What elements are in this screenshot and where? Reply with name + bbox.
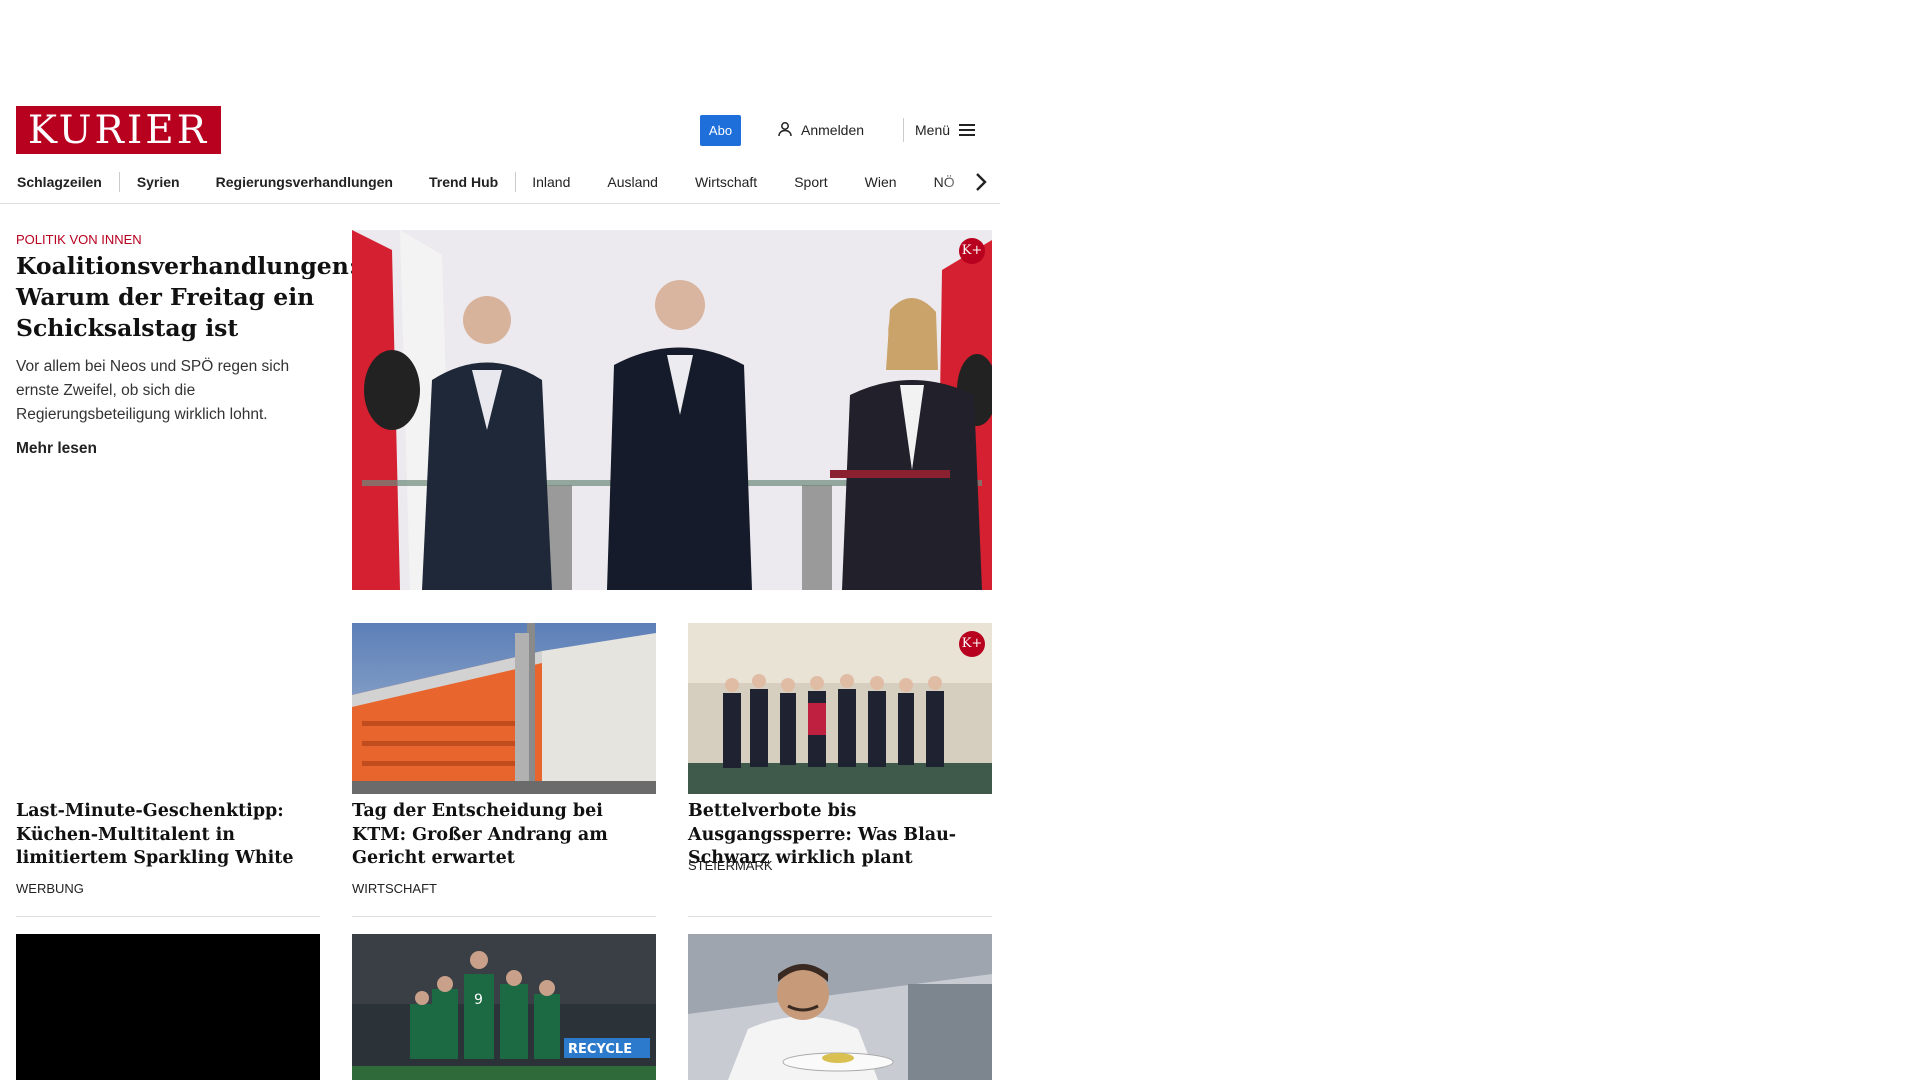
nav-item-regierungsverhandlungen[interactable]: Regierungsverhandlungen bbox=[216, 174, 393, 190]
nav-item-ausland[interactable]: Ausland bbox=[607, 174, 658, 190]
lead-kicker[interactable]: POLITIK VON INNEN bbox=[16, 232, 142, 247]
football-image[interactable]: 9 RECYCLE bbox=[352, 934, 656, 1080]
card-steiermark-image[interactable]: K+ bbox=[688, 623, 992, 794]
lead-teaser: Vor allem bei Neos und SPÖ regen sich er… bbox=[16, 358, 290, 423]
header-divider bbox=[903, 118, 904, 142]
lead-headline[interactable]: Koalitionsverhandlungen: Warum der Freit… bbox=[16, 251, 358, 344]
nav-divider bbox=[515, 172, 517, 192]
divider bbox=[688, 916, 992, 917]
nav-item-wien[interactable]: Wien bbox=[865, 174, 897, 190]
abo-button[interactable]: Abo bbox=[700, 115, 741, 146]
kurier-logo[interactable]: KURIER bbox=[16, 106, 221, 154]
page: KURIER Abo Anmelden Menü Schlagzeilen Sy… bbox=[0, 0, 1000, 1080]
nav-item-syrien[interactable]: Syrien bbox=[137, 174, 180, 190]
menu-button[interactable]: Menü bbox=[915, 118, 976, 142]
login-button[interactable]: Anmelden bbox=[777, 118, 864, 142]
kplus-premium-icon: K+ bbox=[959, 631, 985, 657]
kplus-premium-icon: K+ bbox=[959, 238, 985, 264]
card-ktm-image[interactable] bbox=[352, 623, 656, 794]
card-ktm-headline[interactable]: Tag der Entscheidung bei KTM: Großer And… bbox=[352, 800, 654, 871]
nav-item-schlagzeilen[interactable]: Schlagzeilen bbox=[17, 174, 102, 190]
hamburger-menu-icon bbox=[959, 124, 976, 136]
nav-item-wirtschaft[interactable]: Wirtschaft bbox=[695, 174, 757, 190]
read-more-link[interactable]: Mehr lesen bbox=[16, 440, 97, 458]
jersey-number: 9 bbox=[474, 992, 483, 1008]
card-ktm-category: WIRTSCHAFT bbox=[352, 881, 437, 896]
lead-image[interactable]: K+ bbox=[352, 230, 992, 590]
card-ad-category: WERBUNG bbox=[16, 881, 84, 896]
divider bbox=[16, 916, 320, 917]
chef-image[interactable] bbox=[688, 934, 992, 1080]
user-icon bbox=[777, 121, 793, 140]
nav-item-trend-hub[interactable]: Trend Hub bbox=[429, 174, 498, 190]
section-nav: Schlagzeilen Syrien Regierungsverhandlun… bbox=[0, 160, 1000, 204]
nav-item-sport[interactable]: Sport bbox=[794, 174, 827, 190]
chevron-right-icon[interactable] bbox=[968, 170, 992, 194]
video-placeholder[interactable] bbox=[16, 934, 320, 1080]
login-label: Anmelden bbox=[801, 122, 865, 138]
section-nav-items: Schlagzeilen Syrien Regierungsverhandlun… bbox=[17, 160, 955, 203]
nav-divider bbox=[118, 172, 120, 192]
divider bbox=[352, 916, 656, 917]
card-ad-headline[interactable]: Last-Minute-Geschenktipp: Kü­chen-Multit… bbox=[16, 800, 318, 871]
nav-item-inland[interactable]: Inland bbox=[532, 174, 570, 190]
card-steiermark-category: STEIERMARK bbox=[688, 858, 773, 873]
site-header: KURIER Abo Anmelden Menü bbox=[0, 98, 1000, 160]
menu-label: Menü bbox=[915, 122, 951, 138]
recycle-banner: RECYCLE bbox=[568, 1042, 632, 1057]
